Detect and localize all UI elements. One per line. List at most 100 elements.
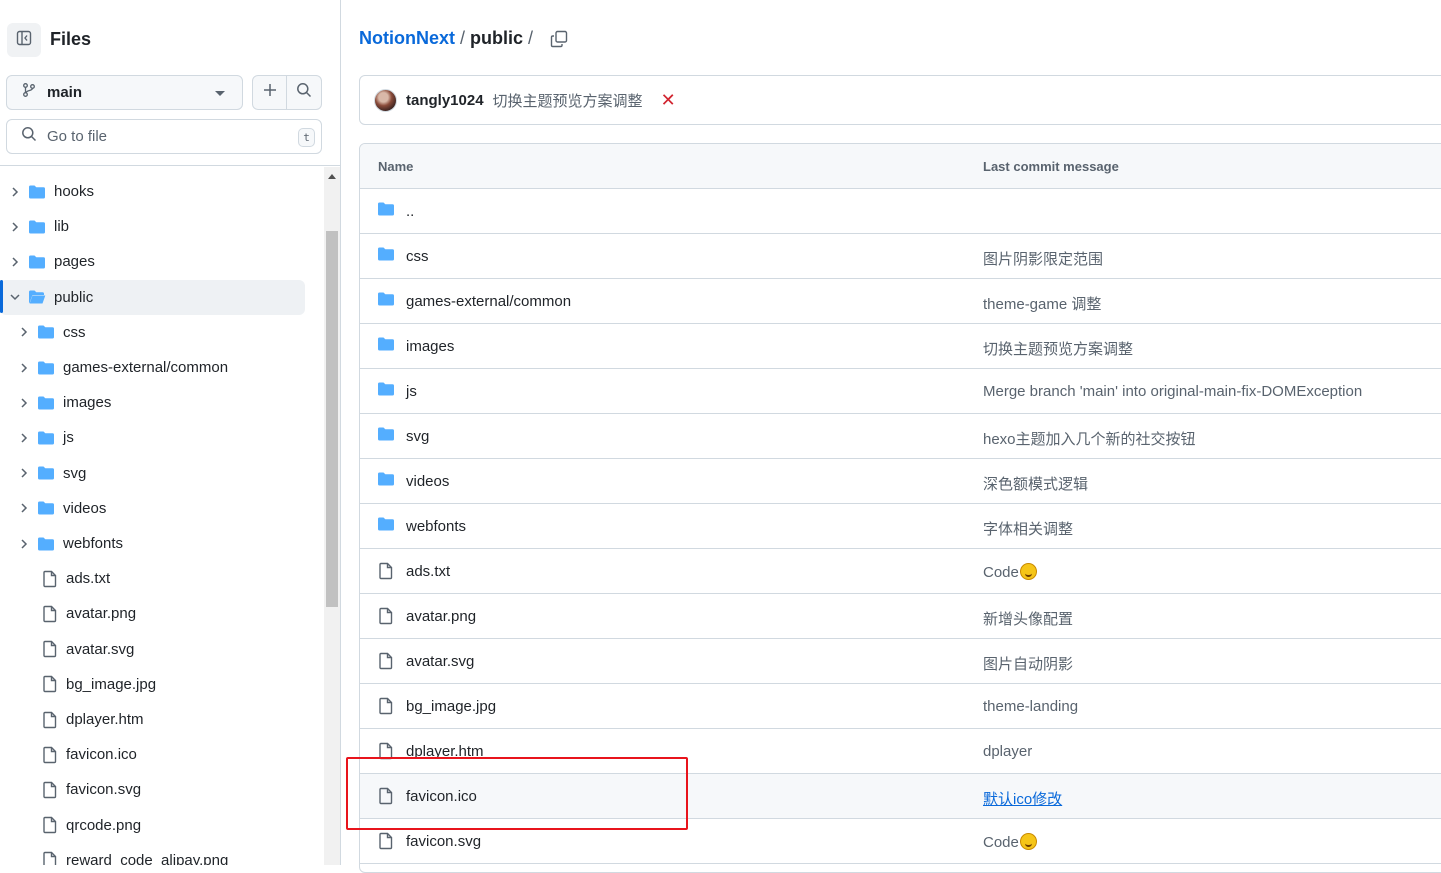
avatar[interactable]: [374, 88, 397, 112]
file-name-link[interactable]: favicon.svg: [406, 833, 481, 850]
commit-message-link[interactable]: Merge branch 'main' into original-main-f…: [983, 383, 1362, 400]
collapse-sidebar-button[interactable]: [7, 23, 41, 57]
commit-message-text: dplayer: [983, 743, 1033, 760]
scroll-thumb[interactable]: [326, 231, 338, 607]
tree-item-qrcode-png[interactable]: qrcode.png: [0, 808, 305, 843]
folder-icon: [377, 426, 395, 446]
tree-item-webfonts[interactable]: webfonts: [0, 526, 305, 561]
file-name-link[interactable]: avatar.png: [406, 608, 476, 625]
tree-item-games-external-common[interactable]: games-external/common: [0, 350, 305, 385]
commit-message-link[interactable]: 默认ico修改: [983, 788, 1062, 809]
tree-item-dplayer-htm[interactable]: dplayer.htm: [0, 702, 305, 737]
file-name-link[interactable]: images: [406, 338, 454, 355]
chevron-right-icon[interactable]: [19, 327, 29, 337]
tree-item-hooks[interactable]: hooks: [0, 174, 305, 209]
chevron-down-icon[interactable]: [10, 293, 20, 301]
commit-message-link[interactable]: theme-landing: [983, 698, 1078, 715]
table-row[interactable]: ..: [360, 189, 1441, 234]
tree-item-label: js: [63, 429, 74, 447]
file-icon: [378, 832, 394, 854]
table-row[interactable]: avatar.svg 图片自动阴影: [360, 639, 1441, 684]
tree-item-svg[interactable]: svg: [0, 456, 305, 491]
file-name-link[interactable]: svg: [406, 428, 429, 445]
table-row[interactable]: webfonts 字体相关调整: [360, 504, 1441, 549]
breadcrumb-repo-link[interactable]: NotionNext: [359, 28, 455, 49]
go-to-file-input[interactable]: Go to file t: [6, 119, 322, 154]
branch-selector-button[interactable]: main: [6, 75, 243, 110]
table-row[interactable]: ads.txt Code: [360, 549, 1441, 594]
copy-path-icon[interactable]: [550, 30, 568, 48]
table-row[interactable]: videos 深色额模式逻辑: [360, 459, 1441, 504]
file-icon: [42, 711, 58, 729]
chevron-right-icon[interactable]: [19, 468, 29, 478]
check-failed-icon[interactable]: ✕: [661, 90, 676, 111]
table-row[interactable]: js Merge branch 'main' into original-main…: [360, 369, 1441, 414]
tree-item-reward-code-alipay-png[interactable]: reward_code_alipay.png: [0, 843, 305, 865]
tree-item-public[interactable]: public: [0, 279, 305, 315]
chevron-right-icon[interactable]: [19, 433, 29, 443]
tree-item-bg-image-jpg[interactable]: bg_image.jpg: [0, 667, 305, 702]
chevron-right-icon[interactable]: [10, 257, 20, 267]
tree-item-css[interactable]: css: [0, 315, 305, 350]
commit-message-link[interactable]: 深色额模式逻辑: [983, 473, 1088, 494]
table-row[interactable]: css 图片阴影限定范围: [360, 234, 1441, 279]
file-name-link[interactable]: js: [406, 383, 417, 400]
tree-item-images[interactable]: images: [0, 385, 305, 420]
scroll-up-arrow-icon[interactable]: [328, 174, 336, 179]
file-name-link[interactable]: ads.txt: [406, 563, 450, 580]
tree-item-avatar-svg[interactable]: avatar.svg: [0, 632, 305, 667]
commit-message-text: 深色额模式逻辑: [983, 476, 1089, 493]
search-files-button[interactable]: [287, 76, 321, 109]
tree-scrollbar[interactable]: [324, 167, 340, 865]
tree-item-js[interactable]: js: [0, 420, 305, 455]
commit-message-text: 图片自动阴影: [983, 656, 1074, 673]
table-row[interactable]: games-external/common theme-game 调整: [360, 279, 1441, 324]
table-row[interactable]: avatar.png 新增头像配置: [360, 594, 1441, 639]
table-row[interactable]: svg hexo主题加入几个新的社交按钮: [360, 414, 1441, 459]
tree-item-pages[interactable]: pages: [0, 244, 305, 279]
file-icon: [42, 675, 58, 693]
commit-message-link[interactable]: 新增头像配置: [983, 608, 1073, 629]
file-name-link[interactable]: videos: [406, 473, 449, 490]
add-file-button[interactable]: [253, 76, 288, 109]
highlight-annotation-box: [346, 757, 688, 830]
commit-author[interactable]: tangly1024: [406, 92, 484, 109]
chevron-right-icon[interactable]: [19, 362, 29, 373]
file-name-link[interactable]: css: [406, 248, 429, 265]
file-name-link[interactable]: games-external/common: [406, 293, 571, 310]
breadcrumb: NotionNext / public /: [359, 28, 568, 49]
file-name-link[interactable]: bg_image.jpg: [406, 698, 496, 715]
chevron-right-icon[interactable]: [19, 538, 29, 549]
folder-icon: [37, 395, 55, 411]
file-name-link[interactable]: ..: [406, 203, 414, 220]
commit-message-link[interactable]: hexo主题加入几个新的社交按钮: [983, 428, 1196, 449]
table-row[interactable]: images 切换主题预览方案调整: [360, 324, 1441, 369]
chevron-right-icon[interactable]: [19, 398, 29, 408]
file-icon: [42, 570, 58, 588]
commit-message-link[interactable]: 字体相关调整: [983, 518, 1073, 539]
tree-item-lib[interactable]: lib: [0, 209, 305, 244]
tree-item-ads-txt[interactable]: ads.txt: [0, 561, 305, 596]
commit-message-link[interactable]: dplayer: [983, 743, 1032, 760]
tree-item-videos[interactable]: videos: [0, 491, 305, 526]
table-row[interactable]: bg_image.jpg theme-landing: [360, 684, 1441, 729]
commit-message-link[interactable]: Code: [983, 563, 1037, 581]
commit-message-link[interactable]: 切换主题预览方案调整: [983, 338, 1133, 359]
file-icon: [42, 746, 58, 764]
commit-message-link[interactable]: theme-game 调整: [983, 293, 1101, 314]
commit-message[interactable]: 切换主题预览方案调整: [493, 90, 643, 111]
commit-message-link[interactable]: Code: [983, 833, 1037, 851]
search-icon: [21, 126, 37, 147]
tree-item-favicon-svg[interactable]: favicon.svg: [0, 772, 305, 807]
tree-item-favicon-ico[interactable]: favicon.ico: [0, 737, 305, 772]
chevron-right-icon[interactable]: [10, 222, 20, 232]
file-name-link[interactable]: avatar.svg: [406, 653, 474, 670]
chevron-right-icon[interactable]: [19, 503, 29, 513]
sidebar-header: Files main Go to file t: [0, 0, 340, 166]
chevron-right-icon[interactable]: [10, 186, 20, 197]
tree-item-label: reward_code_alipay.png: [66, 851, 229, 865]
file-name-link[interactable]: webfonts: [406, 518, 466, 535]
tree-item-avatar-png[interactable]: avatar.png: [0, 596, 305, 631]
commit-message-link[interactable]: 图片自动阴影: [983, 653, 1073, 674]
commit-message-link[interactable]: 图片阴影限定范围: [983, 248, 1103, 269]
